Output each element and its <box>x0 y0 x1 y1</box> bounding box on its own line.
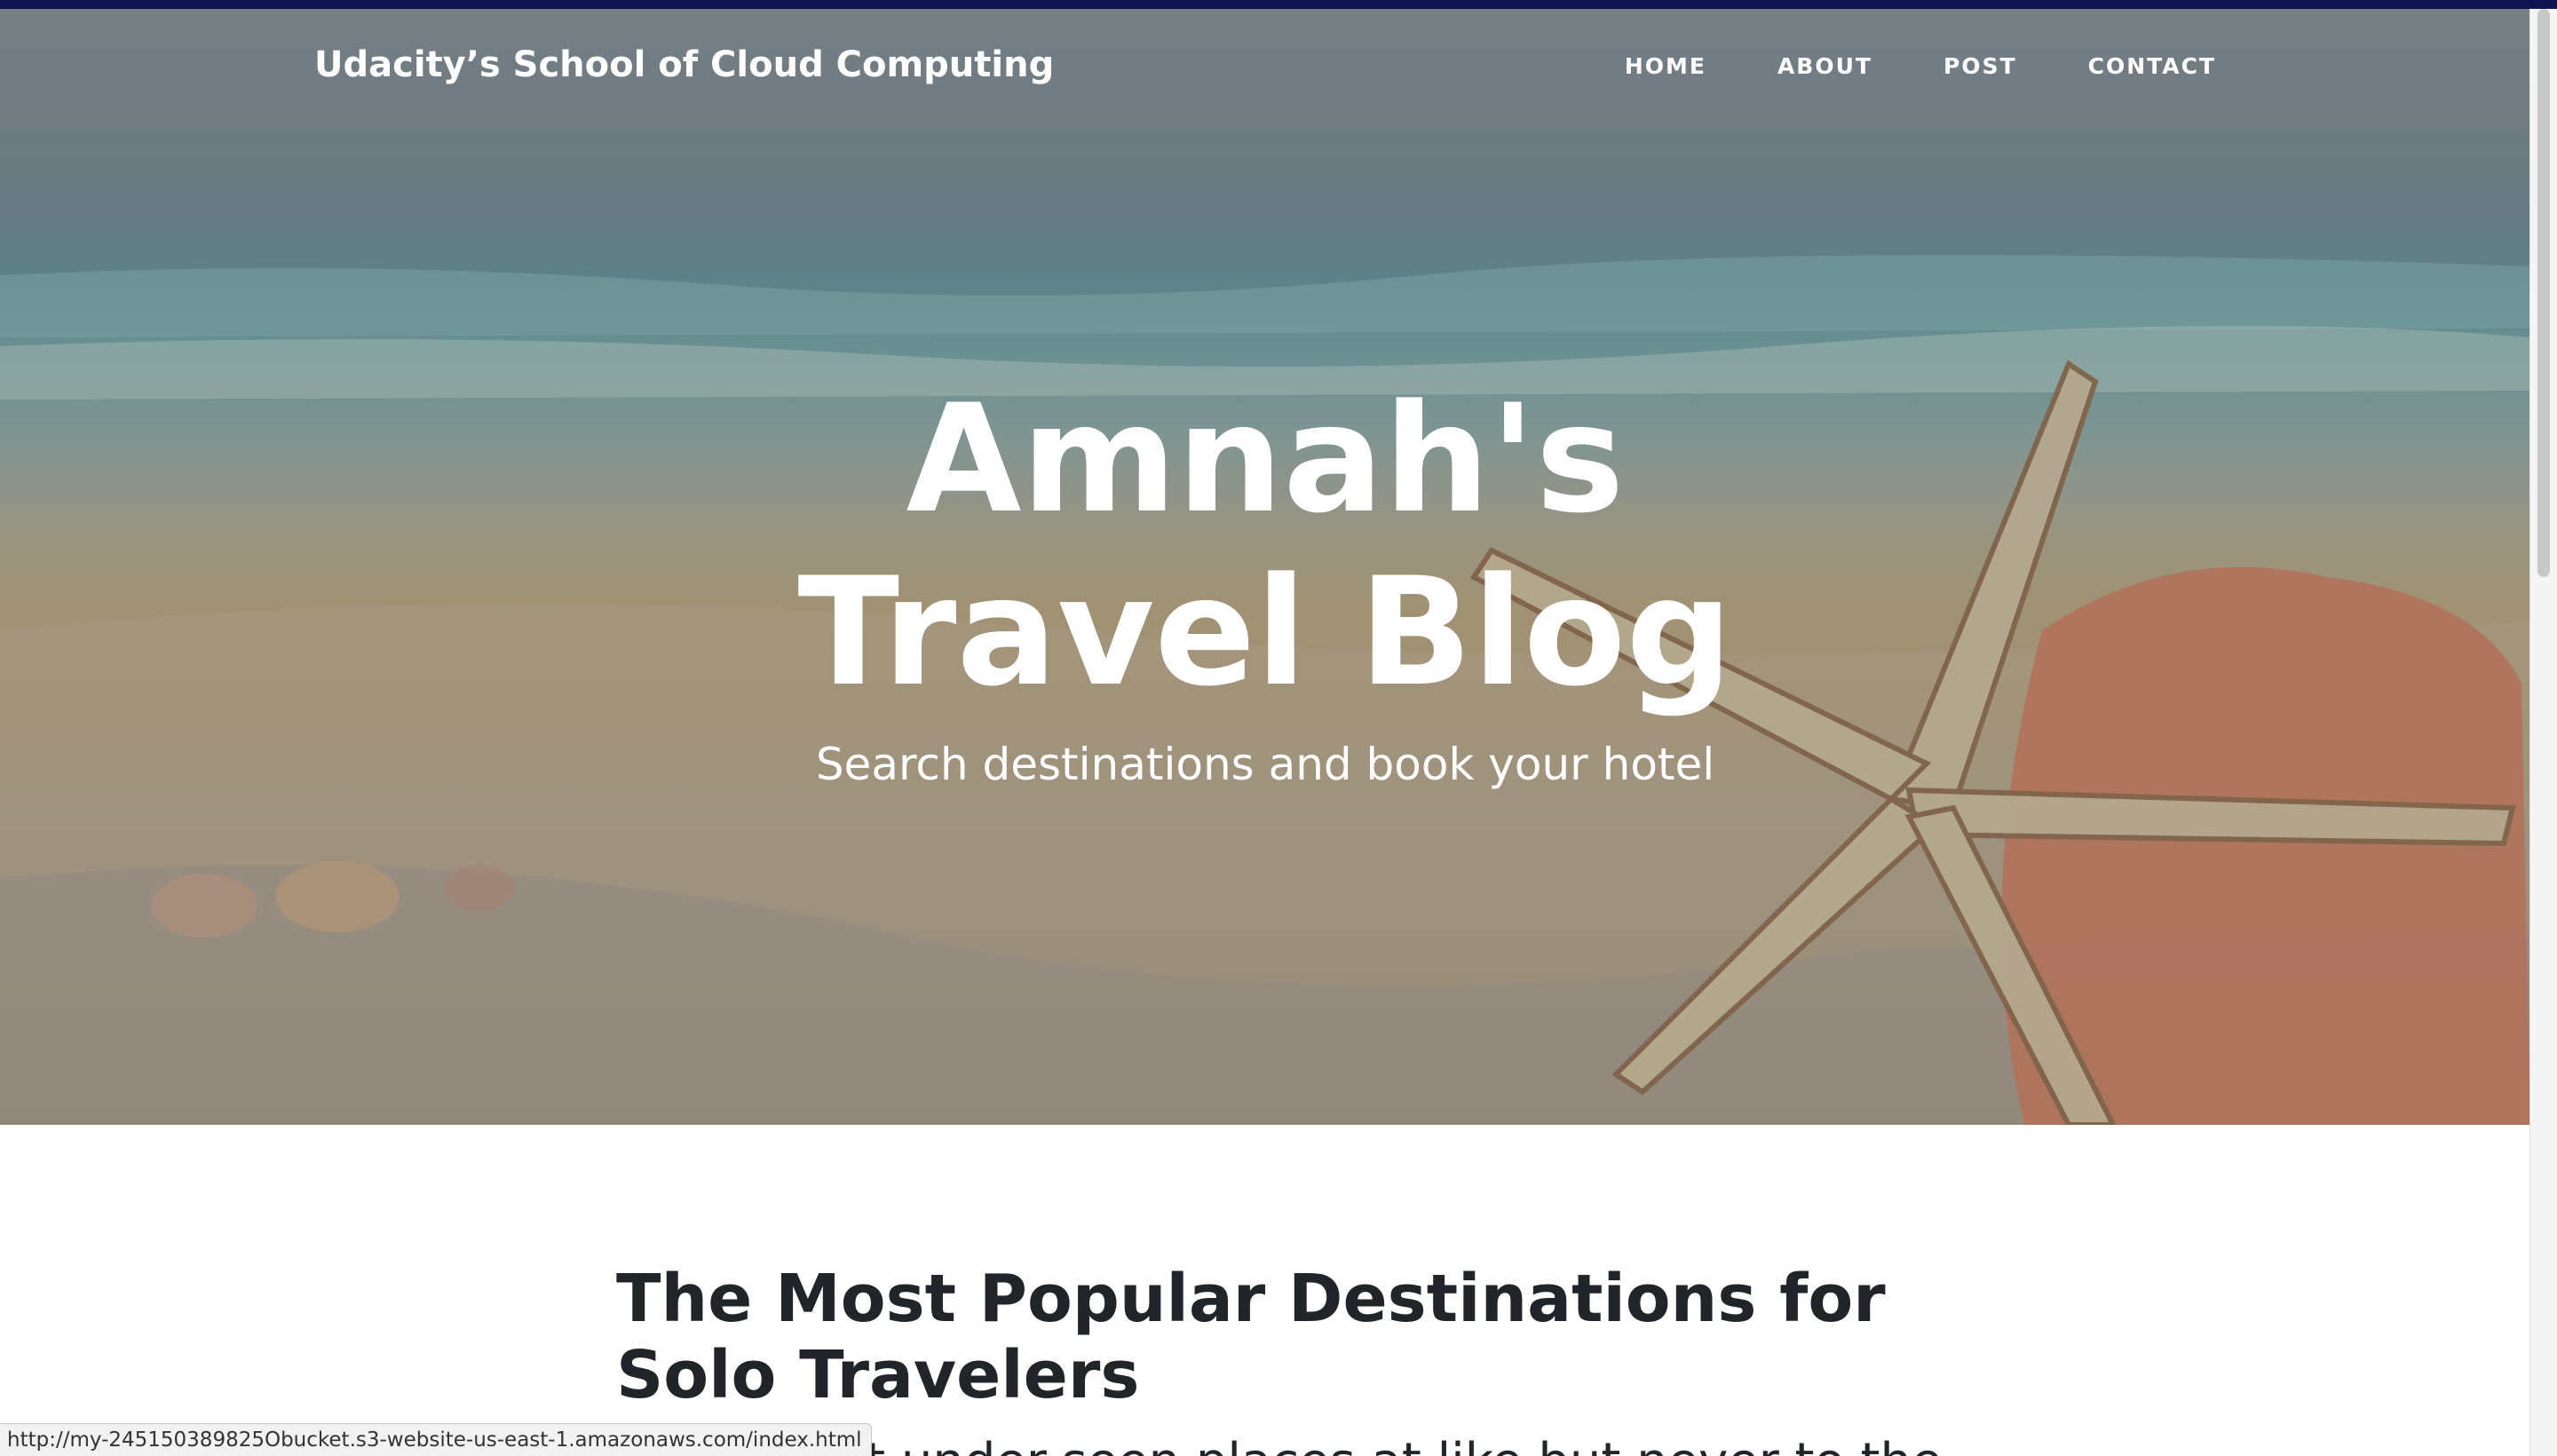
top-navbar: Udacity’s School of Cloud Computing HOME… <box>0 9 2530 124</box>
nav-link-about[interactable]: ABOUT <box>1777 53 1872 79</box>
nav-link-post[interactable]: POST <box>1943 53 2017 79</box>
hero-subtitle: Search destinations and book your hotel <box>815 739 1715 790</box>
browser-page: Udacity’s School of Cloud Computing HOME… <box>0 0 2557 1456</box>
nav-link-home[interactable]: HOME <box>1625 53 1706 79</box>
link-status-url: http://my-245150389825Obucket.s3-website… <box>0 1423 872 1456</box>
post-title-link[interactable]: The Most Popular Destinations for Solo T… <box>616 1261 1948 1413</box>
hero-heading-block: Amnah's Travel Blog Search destinations … <box>0 372 2530 791</box>
hero-title: Amnah's Travel Blog <box>797 372 1733 719</box>
scrollbar-thumb[interactable] <box>2537 9 2550 577</box>
site-brand-link[interactable]: Udacity’s School of Cloud Computing <box>314 44 1054 85</box>
nav-menu: HOME ABOUT POST CONTACT <box>1554 53 2216 79</box>
nav-link-contact[interactable]: CONTACT <box>2088 53 2216 79</box>
top-accent-stripe <box>0 0 2557 9</box>
vertical-scrollbar[interactable] <box>2529 9 2557 1456</box>
